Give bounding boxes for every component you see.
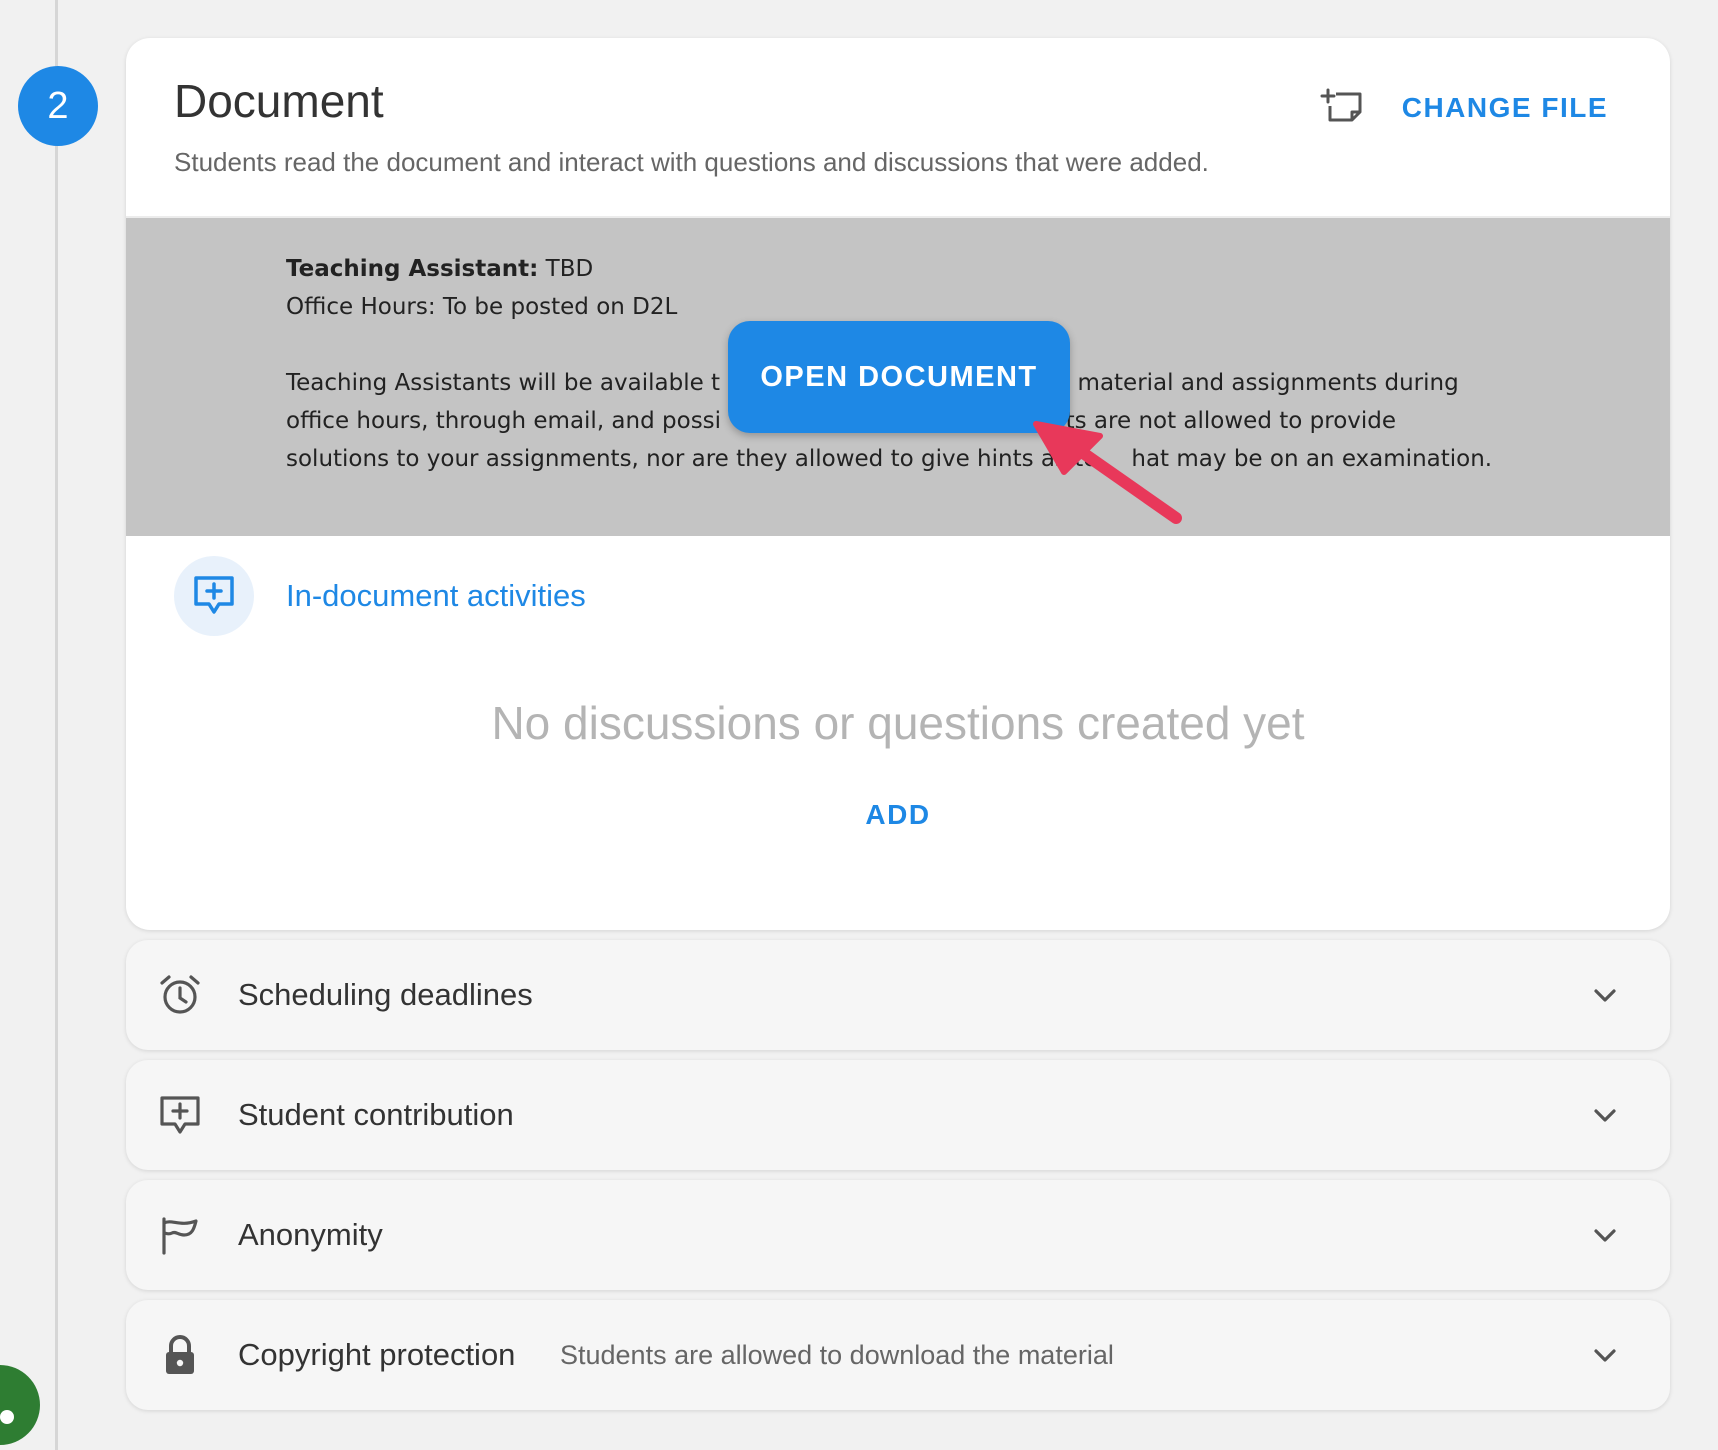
annotation-arrow-icon — [1033, 421, 1182, 524]
change-file-icon[interactable] — [1320, 86, 1364, 126]
document-card: Document Students read the document and … — [126, 38, 1670, 930]
add-comment-icon — [160, 1096, 200, 1134]
alarm-icon — [160, 975, 200, 1014]
section-copyright-protection[interactable]: Copyright protection Students are allowe… — [126, 1300, 1670, 1410]
lock-icon — [166, 1335, 194, 1374]
page: 2 Document Students read the document an… — [0, 0, 1718, 1450]
help-fab-button[interactable] — [0, 1365, 40, 1445]
chevron-down-icon[interactable] — [1590, 1100, 1620, 1130]
section-label: Scheduling deadlines — [238, 977, 533, 1012]
preview-fragment: Teaching Assistants will be available t — [286, 370, 721, 396]
preview-line: Teaching Assistant: TBD — [286, 250, 1566, 288]
preview-line: solutions to your assignments, nor are t… — [286, 440, 1566, 478]
in-document-activities-link[interactable]: In-document activities — [286, 578, 586, 614]
chevron-down-icon[interactable] — [1590, 1220, 1620, 1250]
section-student-contribution[interactable]: Student contribution — [126, 1060, 1670, 1170]
section-anonymity[interactable]: Anonymity — [126, 1180, 1670, 1290]
section-label: Student contribution — [238, 1097, 514, 1132]
document-preview[interactable]: Teaching Assistant: TBD Office Hours: To… — [126, 216, 1670, 536]
section-label: Anonymity — [238, 1217, 383, 1252]
section-subtitle: Students are allowed to download the mat… — [560, 1339, 1114, 1370]
change-file-button[interactable]: CHANGE FILE — [1402, 88, 1608, 128]
section-scheduling-deadlines[interactable]: Scheduling deadlines — [126, 940, 1670, 1050]
chevron-down-icon[interactable] — [1590, 980, 1620, 1010]
timeline-line — [55, 0, 58, 1450]
section-label: Copyright protection — [238, 1337, 516, 1372]
step-number-badge: 2 — [18, 66, 98, 146]
chevron-down-icon[interactable] — [1590, 1340, 1620, 1370]
mask-icon — [162, 1217, 198, 1255]
open-document-button[interactable]: OPEN DOCUMENT — [728, 321, 1070, 433]
preview-fragment: solutions to your assignments, nor are t… — [286, 446, 1098, 472]
preview-line-rest: TBD — [538, 256, 594, 282]
preview-fragment: office hours, through email, and possi — [286, 408, 722, 434]
in-document-activities-row[interactable]: In-document activities — [174, 556, 586, 636]
card-description: Students read the document and interact … — [174, 147, 1209, 178]
preview-line-bold: Teaching Assistant: — [286, 256, 539, 282]
empty-state-message: No discussions or questions created yet — [491, 697, 1305, 749]
add-activity-button[interactable]: ADD — [848, 790, 948, 840]
card-header: Document Students read the document and … — [126, 38, 1670, 216]
activities-icon-circle — [174, 556, 254, 636]
preview-fragment: urse material and assignments during — [1020, 370, 1459, 396]
add-comment-icon — [194, 576, 234, 614]
